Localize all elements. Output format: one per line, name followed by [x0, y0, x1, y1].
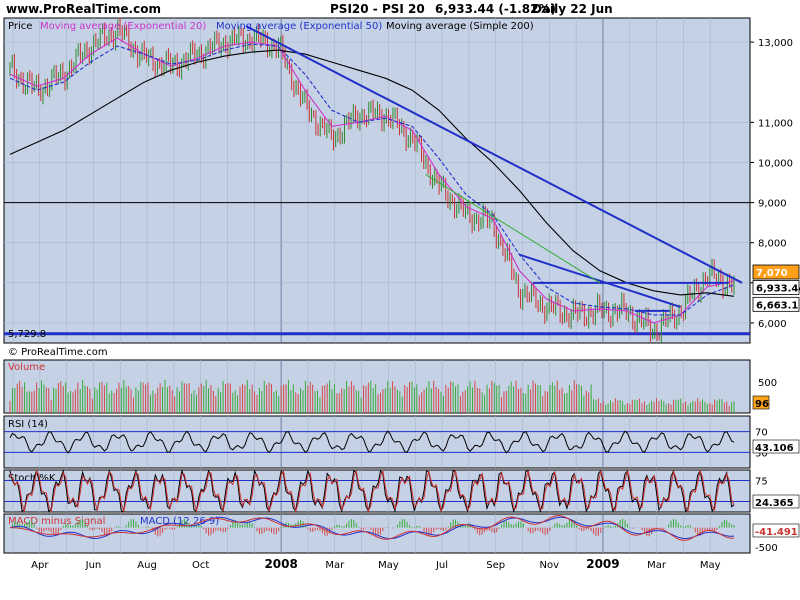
- macd-last-value: -41.491: [755, 527, 798, 538]
- x-tick-label: May: [700, 560, 721, 571]
- panel-title-macd-hist: MACD minus Signal: [8, 516, 105, 527]
- y-tick-label: -500: [755, 543, 778, 554]
- price-tag-sma: 6,663.1: [756, 300, 798, 311]
- y-tick-label: 70: [755, 428, 768, 439]
- price-tag-high: 7,070: [756, 268, 788, 279]
- x-tick-label: Jun: [85, 560, 102, 571]
- stock-chart: www.ProRealTime.com PSI20 - PSI 20 6,933…: [3, 2, 800, 571]
- legend-entry: Price: [8, 21, 32, 32]
- x-tick-label: Mar: [325, 560, 345, 571]
- y-tick-label: 11,000: [758, 118, 793, 129]
- panel-rsi: [3, 415, 751, 469]
- stoch-last-value: 24.365: [755, 498, 794, 509]
- panel-price: [3, 17, 751, 344]
- panels: [3, 17, 751, 554]
- low-value-label: 5,729.8: [8, 329, 46, 340]
- x-tick-label: May: [378, 560, 399, 571]
- x-tick-label: 2008: [264, 557, 297, 571]
- rsi-last-value: 43.106: [755, 443, 794, 454]
- x-tick-label: Oct: [192, 560, 209, 571]
- x-tick-label: Sep: [486, 560, 505, 571]
- y-tick-label: 9,000: [758, 199, 787, 210]
- panel-vol: [3, 359, 751, 414]
- legend-entry: Moving average (Exponential 50): [216, 21, 382, 32]
- y-tick-label: 10,000: [758, 158, 793, 169]
- legend-entry: Moving average (Simple 200): [386, 21, 534, 32]
- x-tick-label: Aug: [137, 560, 157, 571]
- instrument-title: PSI20 - PSI 20: [330, 2, 425, 16]
- copyright-label: © ProRealTime.com: [8, 347, 108, 358]
- x-tick-label: Jul: [435, 560, 448, 571]
- x-tick-label: Mar: [647, 560, 667, 571]
- y-tick-label: 6,000: [758, 319, 787, 330]
- period-label: Daily 22 Jun: [532, 2, 613, 16]
- x-tick-label: 2009: [586, 557, 619, 571]
- panel-title-rsi: RSI (14): [8, 419, 48, 430]
- panel-title-volume: Volume: [8, 362, 45, 373]
- y-tick-label: 8,000: [758, 239, 787, 250]
- panel-title-stoch: Stoch %K: [8, 473, 56, 484]
- x-tick-label: Apr: [31, 560, 49, 571]
- site-title: www.ProRealTime.com: [6, 2, 161, 16]
- x-tick-label: Nov: [540, 560, 560, 571]
- y-tick-label: 500: [758, 378, 777, 389]
- volume-last-value: 96: [755, 399, 769, 410]
- legend-entry: Moving average (Exponential 20): [40, 21, 206, 32]
- y-tick-label: 13,000: [758, 38, 793, 49]
- price-tag-last: 6,933.44: [756, 283, 800, 294]
- y-tick-label: 75: [755, 477, 768, 488]
